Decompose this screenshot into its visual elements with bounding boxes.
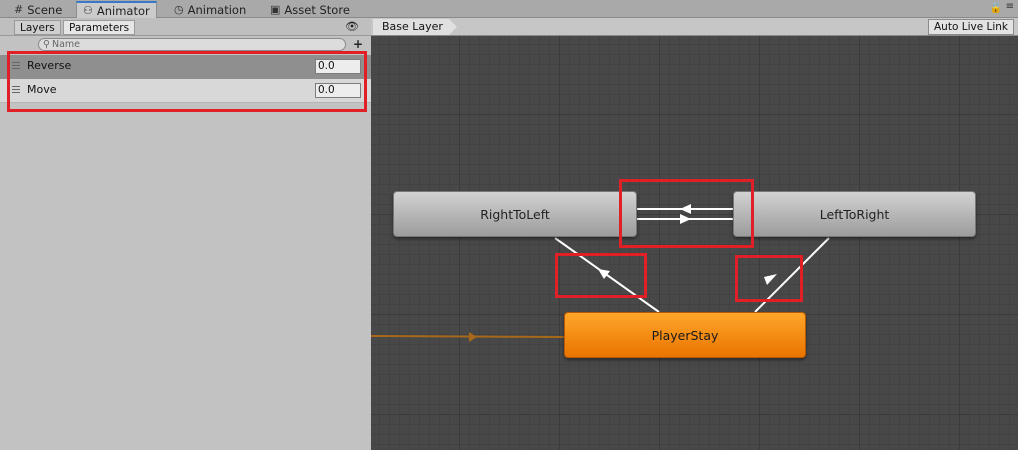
add-parameter-button[interactable]: + [353, 37, 363, 51]
state-label: LeftToRight [819, 206, 890, 222]
parameters-panel: Layers Parameters 👁 ⚲ Name + Reverse 0.0… [0, 18, 371, 450]
transition-arrow-icon [680, 204, 691, 214]
state-label: RightToLeft [480, 206, 550, 222]
entry-transition-arrow-icon [469, 332, 477, 342]
window-tab-bar: # Scene ⚇ Animator ◷ Animation ▣ Asset S… [0, 0, 1018, 18]
parameter-value-field[interactable]: 0.0 [315, 83, 361, 98]
tab-animation-label: Animation [187, 2, 247, 17]
parameter-search-input[interactable]: ⚲ Name [38, 38, 346, 51]
transition-arrow-icon [680, 214, 691, 224]
parameter-name: Move [27, 83, 57, 96]
store-icon: ▣ [270, 3, 281, 16]
animator-window: # Scene ⚇ Animator ◷ Animation ▣ Asset S… [0, 0, 1018, 450]
panel-tabs: Layers Parameters 👁 [0, 18, 371, 36]
tab-animator[interactable]: ⚇ Animator [76, 1, 157, 18]
clock-icon: ◷ [174, 3, 184, 16]
parameter-row[interactable]: Reverse 0.0 [0, 55, 371, 79]
parameter-value-field[interactable]: 0.0 [315, 59, 361, 74]
tab-parameters[interactable]: Parameters [63, 20, 136, 35]
grid-icon: # [14, 3, 24, 16]
tab-scene[interactable]: # Scene [8, 1, 68, 18]
animator-icon: ⚇ [83, 4, 93, 17]
state-lefttoright[interactable]: LeftToRight [733, 191, 976, 237]
transition-arrow-icon [598, 269, 610, 279]
tab-scene-label: Scene [27, 2, 63, 17]
parameter-row[interactable]: Move 0.0 [0, 79, 371, 103]
menu-icon[interactable]: ≡ [1006, 1, 1014, 12]
search-placeholder: Name [51, 39, 80, 50]
state-righttoleft[interactable]: RightToLeft [393, 191, 637, 237]
eye-icon[interactable]: 👁 [345, 20, 359, 33]
search-row: ⚲ Name + [0, 36, 371, 52]
state-machine-graph[interactable]: Base Layer Auto Live Link RightToLeft Le… [371, 18, 1018, 450]
tab-animation[interactable]: ◷ Animation [168, 1, 252, 18]
transition-playerstay-to-lefttoright[interactable] [754, 237, 830, 313]
tab-asset-store[interactable]: ▣ Asset Store [264, 1, 356, 18]
drag-handle-icon[interactable] [12, 62, 20, 69]
state-label: PlayerStay [651, 327, 719, 343]
search-icon: ⚲ [43, 39, 50, 50]
tab-animator-label: Animator [96, 3, 150, 18]
entry-transition[interactable] [371, 335, 565, 338]
parameter-list: Reverse 0.0 Move 0.0 [0, 55, 371, 103]
transition-arrow-icon [764, 274, 777, 285]
tab-layers[interactable]: Layers [14, 20, 61, 35]
lock-icon[interactable]: 🔒 [990, 3, 1002, 14]
tab-asset-store-label: Asset Store [284, 2, 350, 17]
drag-handle-icon[interactable] [12, 86, 20, 93]
parameter-name: Reverse [27, 59, 72, 72]
state-playerstay[interactable]: PlayerStay [564, 312, 806, 358]
